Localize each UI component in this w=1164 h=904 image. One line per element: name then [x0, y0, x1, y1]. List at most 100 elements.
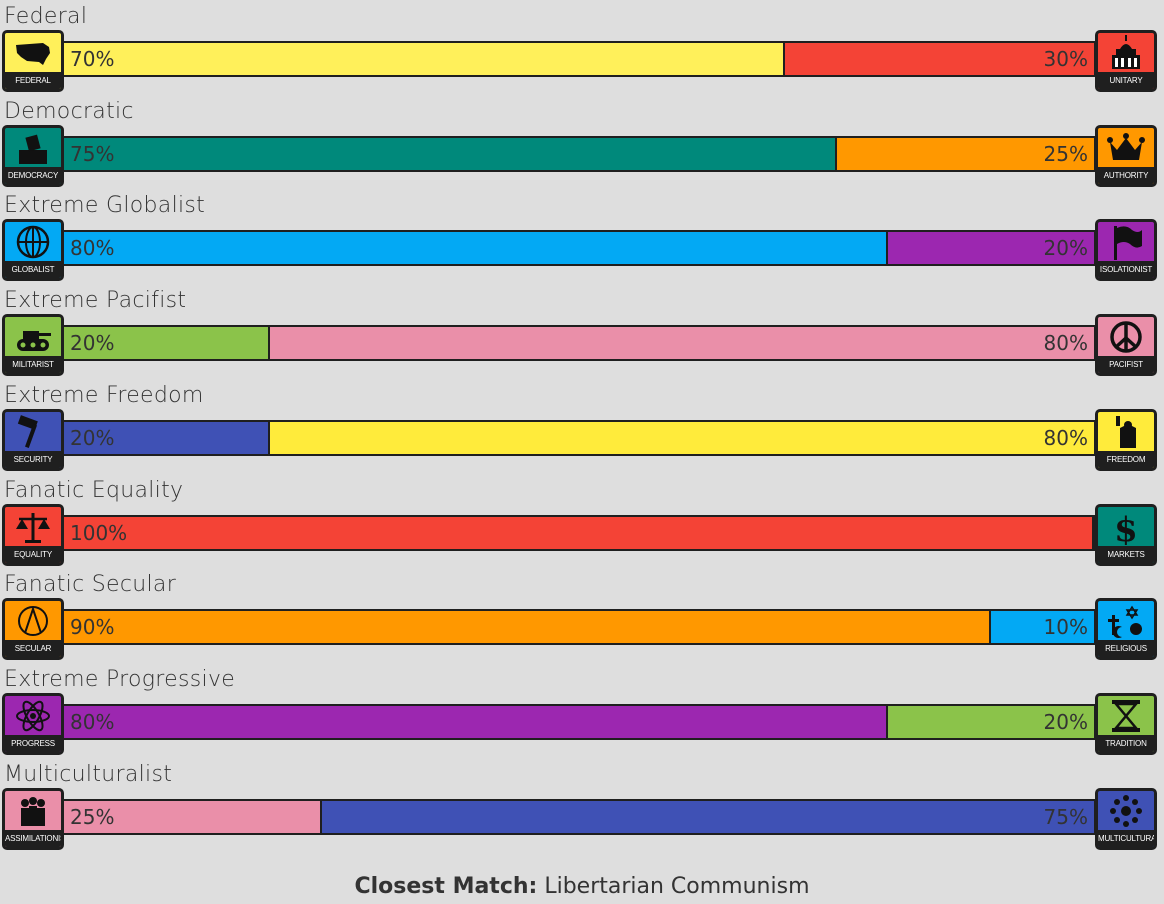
- axis-bar: [62, 798, 1096, 835]
- percent-right: 75%: [1043, 804, 1088, 829]
- badge-left: DEMOCRACY: [2, 124, 64, 187]
- axis-bar: [62, 609, 1096, 646]
- bar-segment-left: [64, 137, 837, 170]
- badge-label: FEDERAL: [5, 72, 61, 89]
- badge-label: MARKETS: [1098, 545, 1154, 563]
- badge-label: FREEDOM: [1098, 450, 1154, 468]
- axis-bar: [62, 514, 1096, 551]
- badge-label: ISOLATIONIST: [1098, 261, 1154, 279]
- badge-left: MILITARIST: [2, 314, 64, 377]
- crowd-icon: [21, 796, 45, 826]
- percent-left: 100%: [70, 520, 128, 545]
- badge-label: MILITARIST: [5, 356, 61, 374]
- badge-label: GLOBALIST: [5, 261, 61, 279]
- badge-left: SECURITY: [2, 408, 64, 471]
- atheism-symbol-icon: [18, 606, 48, 637]
- percent-right: 20%: [1043, 236, 1088, 261]
- badge-label: PACIFIST: [1098, 356, 1154, 374]
- percent-left: 70%: [70, 47, 115, 71]
- people-circle-icon: [1110, 794, 1142, 827]
- badge-label: PROGRESS: [5, 734, 61, 752]
- bar-segment-right: [270, 421, 1094, 454]
- badge-left: PROGRESS: [2, 692, 64, 755]
- axis-bar: [62, 230, 1096, 267]
- axis-row: Extreme Progressive 80% 20% PROGRESS TRADITI…: [0, 663, 1164, 757]
- badge-label: EQUALITY: [5, 545, 61, 563]
- badge-label: SECURITY: [5, 450, 61, 468]
- badge-label: RELIGIOUS: [1098, 640, 1154, 658]
- badge-label: MULTICULTURALIST: [1098, 829, 1154, 847]
- gavel-icon: [17, 414, 38, 448]
- percent-left: 20%: [70, 425, 115, 450]
- axis-row: Multiculturalist 25% 75% ASSIMILATIONIST MUL…: [0, 758, 1164, 852]
- ballot-box-icon: [19, 134, 47, 164]
- closest-match-value: Libertarian Communism: [544, 874, 810, 899]
- axis-bar: [62, 41, 1096, 77]
- tank-icon: [17, 331, 51, 352]
- bar-segment-left: [64, 232, 888, 265]
- bar-segment-left: [64, 611, 991, 644]
- badge-left: SECULAR: [2, 598, 64, 661]
- badge-label: AUTHORITY: [1098, 166, 1154, 184]
- badge-label: ASSIMILATIONIST: [5, 829, 61, 847]
- bar-segment-left: [64, 705, 888, 738]
- closest-match: Closest Match: Libertarian Communism: [0, 874, 1164, 899]
- percent-right: 30%: [1043, 47, 1088, 71]
- axis-bar: [62, 703, 1096, 740]
- peace-sign-icon: [1110, 321, 1142, 353]
- badge-right: UNITARY: [1095, 30, 1157, 92]
- badge-label: DEMOCRACY: [5, 166, 61, 184]
- percent-right: 80%: [1043, 425, 1088, 450]
- percent-left: 80%: [70, 709, 115, 734]
- bar-segment-left: [64, 516, 1094, 549]
- axis-row: Extreme Pacifist 20% 80% MILITARIST PACIFIST: [0, 284, 1164, 378]
- axis-row: Fanatic Equality 100% EQUALITY $ MARKETS: [0, 474, 1164, 568]
- axis-title: Federal: [4, 4, 88, 29]
- badge-label: SECULAR: [5, 640, 61, 658]
- badge-right: MULTICULTURALIST: [1095, 787, 1157, 850]
- percent-left: 80%: [70, 236, 115, 261]
- axis-bar: [62, 419, 1096, 456]
- percent-right: 10%: [1043, 615, 1088, 640]
- badge-right: FREEDOM: [1095, 408, 1157, 471]
- capitol-building-icon: [1112, 35, 1140, 69]
- percent-right: 25%: [1043, 141, 1088, 166]
- svg-text:$: $: [1114, 510, 1138, 545]
- badge-right: $ MARKETS: [1095, 503, 1157, 566]
- flag-icon: [1114, 226, 1142, 261]
- axis-row: Extreme Freedom 20% 80% SECURITY FREEDOM: [0, 379, 1164, 473]
- atom-icon: [16, 700, 50, 732]
- badge-label: TRADITION: [1098, 734, 1154, 752]
- badge-right: AUTHORITY: [1095, 124, 1157, 187]
- bar-segment-left: [64, 43, 785, 75]
- globe-icon: [16, 226, 50, 259]
- crown-icon: [1107, 132, 1145, 160]
- axis-bar: [62, 135, 1096, 172]
- axis-title: Extreme Freedom: [4, 382, 204, 408]
- badge-right: ISOLATIONIST: [1095, 219, 1157, 282]
- badge-left: FEDERAL: [2, 30, 64, 92]
- scales-icon: [16, 512, 50, 543]
- closest-match-label: Closest Match:: [354, 874, 538, 899]
- axis-row: Extreme Globalist 80% 20% GLOBALIST ISOLATIO…: [0, 189, 1164, 283]
- percent-left: 25%: [70, 804, 115, 829]
- usa-map-icon: [16, 43, 50, 65]
- badge-left: ASSIMILATIONIST: [2, 787, 64, 850]
- axis-title: Multiculturalist: [4, 761, 173, 787]
- axis-title: Extreme Progressive: [4, 666, 236, 692]
- axis-title: Fanatic Equality: [4, 477, 184, 503]
- axis-title: Fanatic Secular: [4, 572, 177, 598]
- axis-bar: [62, 325, 1096, 362]
- percent-left: 20%: [70, 331, 115, 356]
- dollar-sign-icon: $: [1114, 510, 1138, 545]
- axis-title: Extreme Pacifist: [4, 288, 187, 314]
- bar-segment-right: [270, 327, 1094, 360]
- badge-left: EQUALITY: [2, 503, 64, 566]
- statue-of-liberty-icon: [1116, 415, 1136, 448]
- percent-left: 75%: [70, 141, 115, 166]
- axis-row: Federal 70% 30% FEDERAL UNITARY: [0, 0, 1164, 94]
- percent-right: 20%: [1043, 709, 1088, 734]
- bar-segment-right: [322, 800, 1094, 833]
- axis-row: Democratic 75% 25% DEMOCRACY AUTHORITY: [0, 95, 1164, 189]
- badge-left: GLOBALIST: [2, 219, 64, 282]
